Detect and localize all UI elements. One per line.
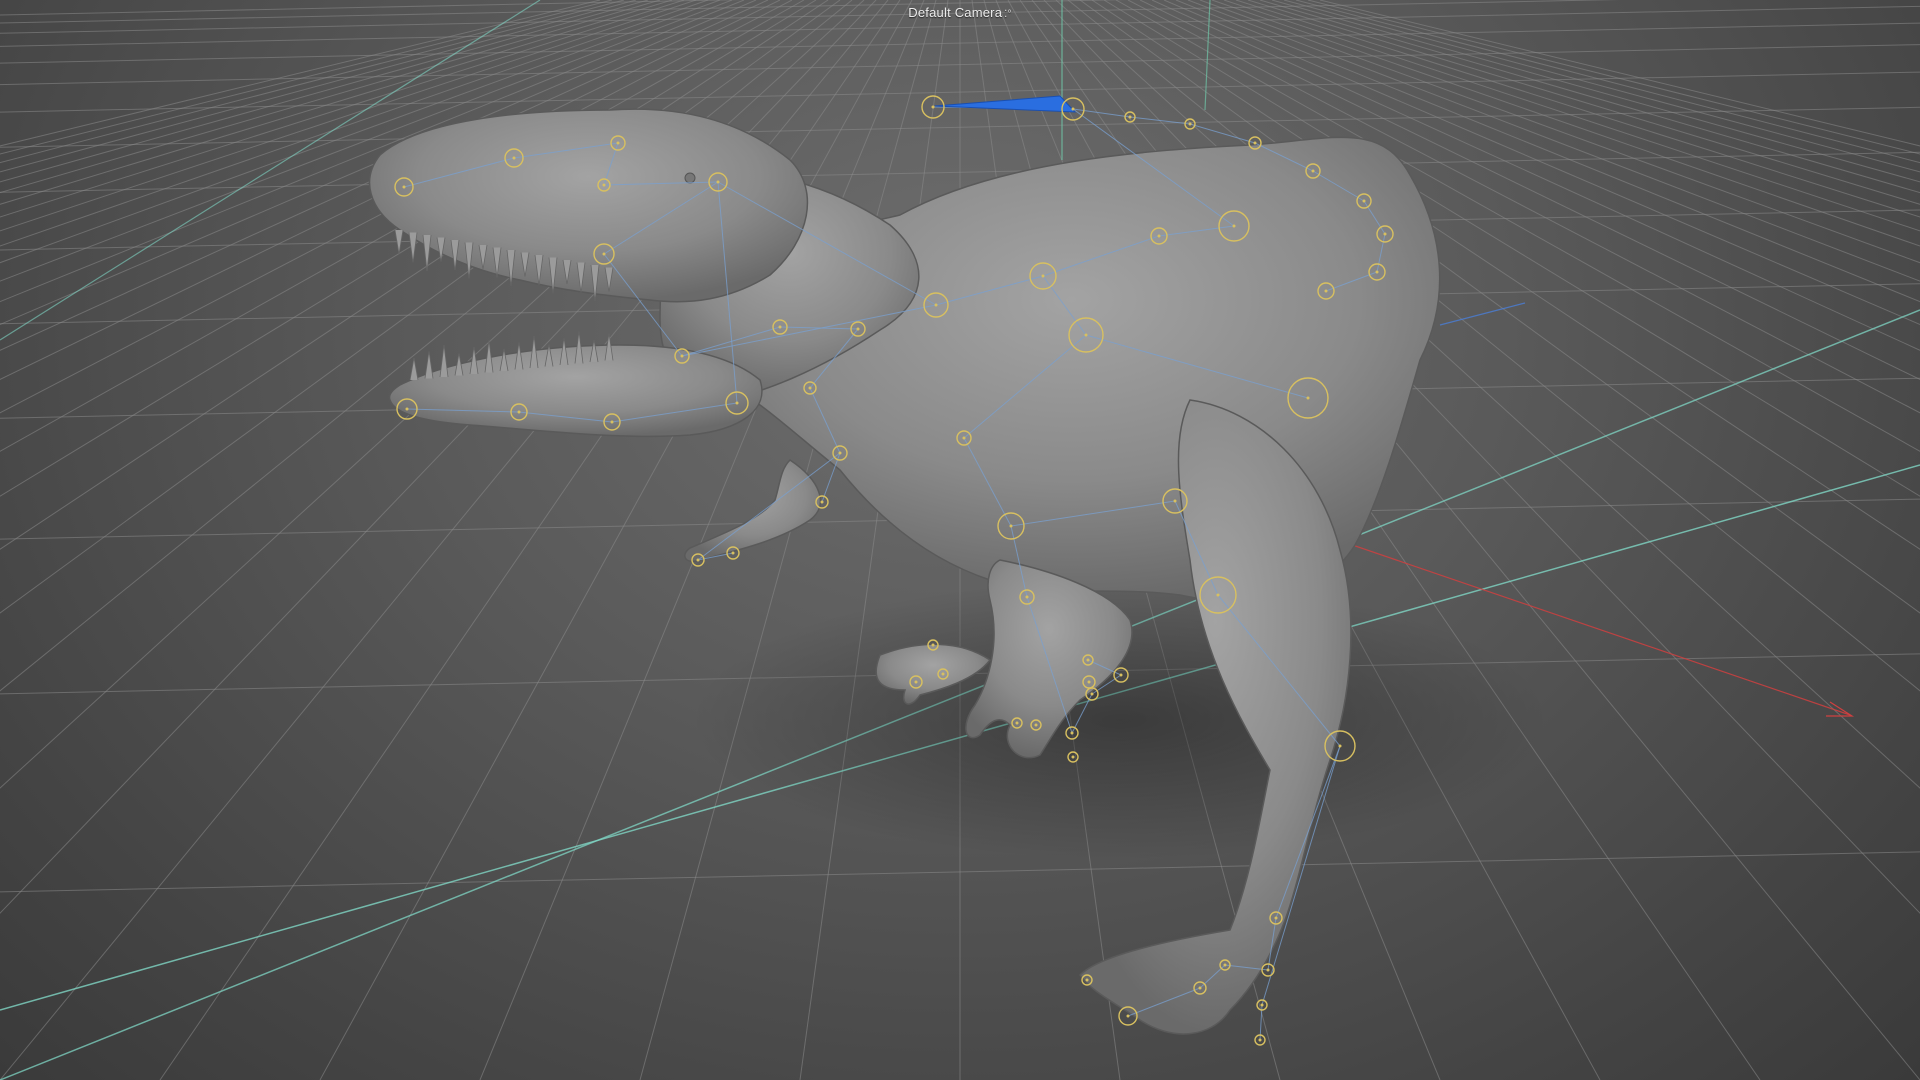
- joint-center: [808, 386, 812, 390]
- joint-center: [602, 252, 606, 256]
- tooth-upper: [422, 234, 432, 272]
- joint-center: [941, 672, 945, 676]
- joint-center: [517, 410, 521, 414]
- joint-center: [1306, 396, 1310, 400]
- joint-center: [1084, 333, 1088, 337]
- joint-center: [1274, 916, 1278, 920]
- joint-center: [1090, 692, 1094, 696]
- tooth-lower: [409, 357, 419, 381]
- joint-center: [402, 185, 406, 189]
- trex-head[interactable]: [369, 108, 809, 303]
- joint-center: [696, 558, 700, 562]
- joint-center: [1041, 274, 1045, 278]
- joint-center: [731, 551, 735, 555]
- joint-center: [838, 451, 842, 455]
- joint-center: [616, 141, 620, 145]
- joint-center: [1198, 986, 1202, 990]
- axis-blue-short: [1439, 302, 1526, 326]
- tooth-lower: [424, 351, 434, 379]
- camera-label: Default Camera: [908, 5, 1003, 20]
- joint-center: [1216, 593, 1220, 597]
- joint-center: [512, 156, 516, 160]
- joint-center: [1119, 673, 1123, 677]
- joint-center: [778, 325, 782, 329]
- joint-center: [1126, 1014, 1130, 1018]
- joint-center: [1362, 199, 1366, 203]
- 3d-viewport[interactable]: Default Camera ⁚°: [0, 0, 1920, 1080]
- joint-center: [735, 401, 739, 405]
- joint-center: [1266, 968, 1270, 972]
- joint-center: [1071, 755, 1075, 759]
- camera-selector[interactable]: Default Camera ⁚°: [904, 4, 1015, 21]
- joint-center: [602, 183, 606, 187]
- grid-line-radial: [1319, 0, 1920, 147]
- joint-center: [1173, 499, 1177, 503]
- camera-dots-icon: ⁚°: [1004, 9, 1012, 20]
- joint-center: [931, 105, 935, 109]
- trex-arm[interactable]: [684, 459, 821, 562]
- joint-center: [1071, 107, 1075, 111]
- joint-center: [1157, 234, 1161, 238]
- joint-center: [931, 643, 935, 647]
- tooth-upper: [408, 232, 418, 263]
- joint-center: [1375, 270, 1379, 274]
- joint-center: [1383, 232, 1387, 236]
- joint-center: [856, 327, 860, 331]
- joint-center: [610, 420, 614, 424]
- joint-center: [680, 354, 684, 358]
- joint-center: [1188, 122, 1192, 126]
- joint-center: [1085, 978, 1089, 982]
- trex-model[interactable]: [369, 108, 1441, 1035]
- joint-center: [1223, 963, 1227, 967]
- joint-center: [1311, 169, 1315, 173]
- joint-center: [716, 180, 720, 184]
- joint-center: [1232, 224, 1236, 228]
- joint-center: [962, 436, 966, 440]
- joint-center: [1034, 723, 1038, 727]
- selected-bone[interactable]: [934, 95, 1077, 113]
- joint-center: [1128, 115, 1132, 119]
- joint-center: [820, 500, 824, 504]
- joint-center: [914, 680, 918, 684]
- joint-center: [1025, 595, 1029, 599]
- joint-center: [1253, 141, 1257, 145]
- tooth-lower: [439, 344, 449, 378]
- trex-eye: [684, 172, 696, 184]
- joint-center: [1324, 289, 1328, 293]
- joint-center: [1258, 1038, 1262, 1042]
- joint-center: [1260, 1003, 1264, 1007]
- joint-center: [1015, 721, 1019, 725]
- bone-segment: [1189, 123, 1256, 144]
- joint-center: [1338, 744, 1342, 748]
- joint-center: [1009, 524, 1013, 528]
- joint-center: [1070, 731, 1074, 735]
- joint-center: [934, 303, 938, 307]
- joint-center: [405, 407, 409, 411]
- viewport-canvas[interactable]: [0, 0, 1920, 1080]
- joint-center: [1086, 658, 1090, 662]
- joint-center: [1087, 680, 1091, 684]
